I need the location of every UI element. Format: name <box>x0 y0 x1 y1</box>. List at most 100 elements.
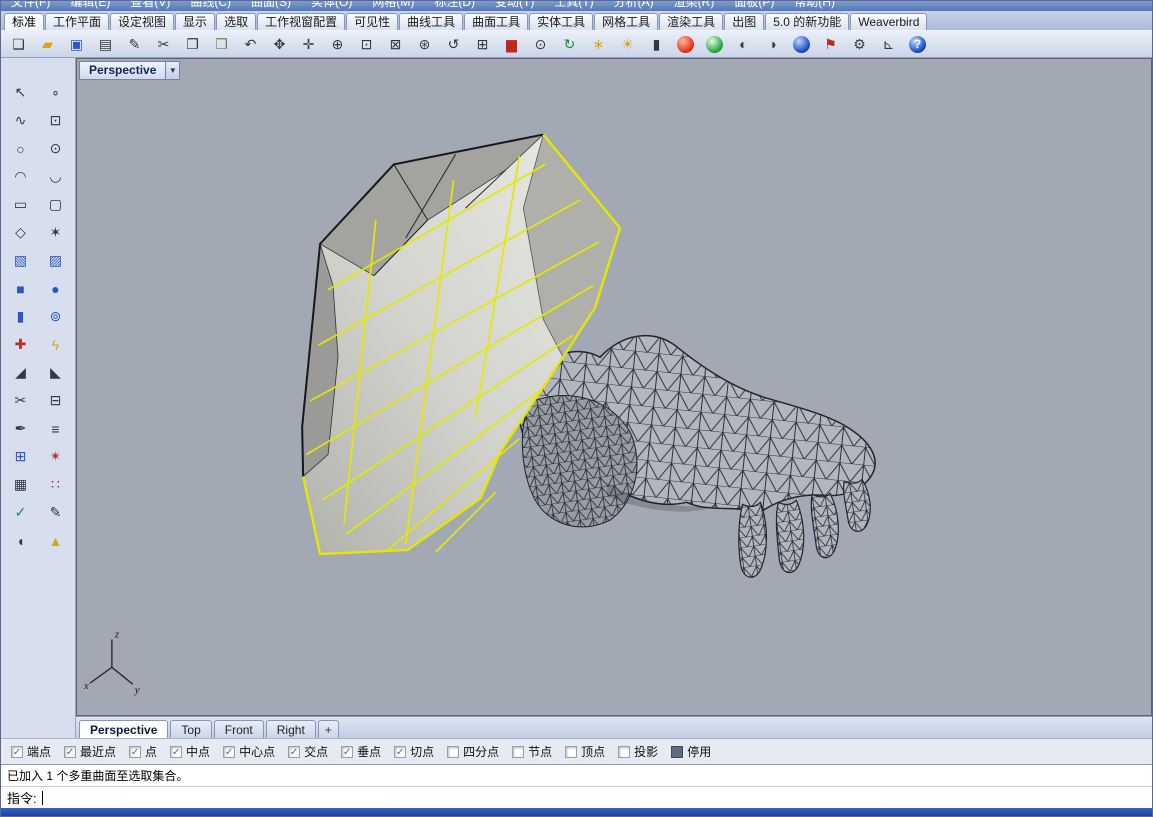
checkbox[interactable] <box>223 746 235 758</box>
checkbox[interactable] <box>341 746 353 758</box>
osnap-toggle[interactable]: 端点 <box>11 743 51 760</box>
flag-icon[interactable]: ⚑ <box>817 32 844 56</box>
checkbox[interactable] <box>618 746 630 758</box>
chamfer-icon[interactable]: ◣ <box>41 360 71 385</box>
viewport-canvas[interactable]: z x y <box>77 59 1151 715</box>
circle-icon[interactable]: ○ <box>6 136 36 161</box>
perspective-viewport[interactable]: Perspective ▼ <box>76 58 1152 716</box>
point-icon[interactable]: ∘ <box>41 80 71 105</box>
rectangle-icon[interactable]: ▭ <box>6 192 36 217</box>
menu-item[interactable]: 文件(F) <box>11 1 50 10</box>
extrude-icon[interactable]: ▧ <box>6 248 36 273</box>
control-points-icon[interactable]: ⊡ <box>41 108 71 133</box>
pen-icon[interactable]: ✒ <box>6 416 36 441</box>
viewport-tab[interactable]: + <box>318 720 339 738</box>
menu-item[interactable]: 分析(A) <box>614 1 654 10</box>
checkbox[interactable] <box>64 746 76 758</box>
menu-item[interactable]: 网格(M) <box>372 1 414 10</box>
box-icon[interactable]: ■ <box>6 276 36 301</box>
toolbar-tab[interactable]: 网格工具 <box>594 13 658 30</box>
shade-icon[interactable]: ◖ <box>6 528 36 553</box>
viewport-tab[interactable]: Top <box>170 720 211 738</box>
print-icon[interactable]: ▤ <box>92 32 119 56</box>
lock-icon[interactable]: ▮ <box>643 32 670 56</box>
menu-item[interactable]: 编辑(E) <box>70 1 110 10</box>
osnap-toggle[interactable]: 切点 <box>394 743 434 760</box>
fillet-icon[interactable]: ◢ <box>6 360 36 385</box>
gumball-icon[interactable]: ∗ <box>585 32 612 56</box>
osnap-toggle[interactable]: 垂点 <box>341 743 381 760</box>
grid-icon[interactable]: ▦ <box>6 472 36 497</box>
wireframe-hand-mesh[interactable] <box>518 336 875 578</box>
toolbar-tab[interactable]: 工作平面 <box>45 13 109 30</box>
arc-ccw-icon[interactable]: ◡ <box>41 164 71 189</box>
curve-icon[interactable]: ∿ <box>6 108 36 133</box>
osnap-toggle[interactable]: 节点 <box>512 743 552 760</box>
save-icon[interactable]: ▣ <box>63 32 90 56</box>
checkbox[interactable] <box>288 746 300 758</box>
gear-icon[interactable]: ⚙ <box>846 32 873 56</box>
osnap-toggle[interactable]: 交点 <box>288 743 328 760</box>
osnap-toggle[interactable]: 顶点 <box>565 743 605 760</box>
new-document-icon[interactable]: ❏ <box>5 32 32 56</box>
toolbar-tab[interactable]: 5.0 的新功能 <box>765 13 849 30</box>
zoom-window-icon[interactable]: ⊡ <box>353 32 380 56</box>
menu-item[interactable]: 曲面(S) <box>251 1 291 10</box>
cylinder-icon[interactable]: ▮ <box>6 304 36 329</box>
pan-icon[interactable]: ✥ <box>266 32 293 56</box>
checkbox[interactable] <box>11 746 23 758</box>
zoom-dynamic-icon[interactable]: ⊕ <box>324 32 351 56</box>
menu-item[interactable]: 变动(T) <box>495 1 534 10</box>
tube-icon[interactable]: ⊚ <box>41 304 71 329</box>
polygon-icon[interactable]: ◇ <box>6 220 36 245</box>
ghosted-mode-icon[interactable]: ◑ <box>759 32 786 56</box>
toolbar-tab[interactable]: 标准 <box>4 13 44 30</box>
edit-icon[interactable]: ✎ <box>41 500 71 525</box>
zoom-extents-icon[interactable]: ⊛ <box>411 32 438 56</box>
checkbox[interactable] <box>394 746 406 758</box>
toolbar-tab[interactable]: 渲染工具 <box>659 13 723 30</box>
command-prompt-line[interactable]: 指令: <box>1 786 1152 808</box>
viewport-title-label[interactable]: Perspective <box>79 61 166 80</box>
rotate-view-icon[interactable]: ↻ <box>556 32 583 56</box>
four-viewports-icon[interactable]: ⊞ <box>469 32 496 56</box>
osnap-toggle[interactable]: 点 <box>129 743 157 760</box>
move-icon[interactable]: ✛ <box>295 32 322 56</box>
checkbox[interactable] <box>565 746 577 758</box>
explode-icon[interactable]: ✴ <box>41 444 71 469</box>
join-icon[interactable]: ⊞ <box>6 444 36 469</box>
sphere-icon[interactable]: ● <box>41 276 71 301</box>
lightning-icon[interactable]: ϟ <box>41 332 71 357</box>
toolbar-tab[interactable]: 选取 <box>216 13 256 30</box>
osnap-toggle[interactable]: 中心点 <box>223 743 275 760</box>
ellipse-icon[interactable]: ⊙ <box>41 136 71 161</box>
render-icon[interactable] <box>672 32 699 56</box>
zoom-selected-icon[interactable]: ⊠ <box>382 32 409 56</box>
arc-icon[interactable]: ◠ <box>6 164 36 189</box>
undo-view-change-icon[interactable]: ↺ <box>440 32 467 56</box>
osnap-toggle[interactable]: 四分点 <box>447 743 499 760</box>
cone-icon[interactable]: ▲ <box>41 528 71 553</box>
checkbox[interactable] <box>447 746 459 758</box>
cplane-corner-icon[interactable]: ⊾ <box>875 32 902 56</box>
star-icon[interactable]: ✶ <box>41 220 71 245</box>
offset-icon[interactable]: ≡ <box>41 416 71 441</box>
menu-item[interactable]: 渲染(R) <box>674 1 715 10</box>
osnap-toggle[interactable]: 投影 <box>618 743 658 760</box>
cut-icon[interactable]: ✂ <box>150 32 177 56</box>
red-car-icon[interactable]: ▆ <box>498 32 525 56</box>
viewport-title[interactable]: Perspective ▼ <box>79 61 180 80</box>
select-arrow-icon[interactable]: ↖ <box>6 80 36 105</box>
toolbar-tab[interactable]: Weaverbird <box>850 13 927 30</box>
toolbar-tab[interactable]: 出图 <box>724 13 764 30</box>
menu-item[interactable]: 帮助(H) <box>794 1 835 10</box>
chevron-down-icon[interactable]: ▼ <box>166 61 180 80</box>
viewport-tab[interactable]: Perspective <box>79 720 168 738</box>
toolbar-tab[interactable]: 设定视图 <box>110 13 174 30</box>
osnap-toggle[interactable]: 中点 <box>170 743 210 760</box>
osnap-toggle[interactable]: 停用 <box>671 743 711 760</box>
paint-icon[interactable]: ✚ <box>6 332 36 357</box>
menu-item[interactable]: 曲线(C) <box>190 1 231 10</box>
toolbar-tab[interactable]: 实体工具 <box>529 13 593 30</box>
render-preview-icon[interactable] <box>701 32 728 56</box>
